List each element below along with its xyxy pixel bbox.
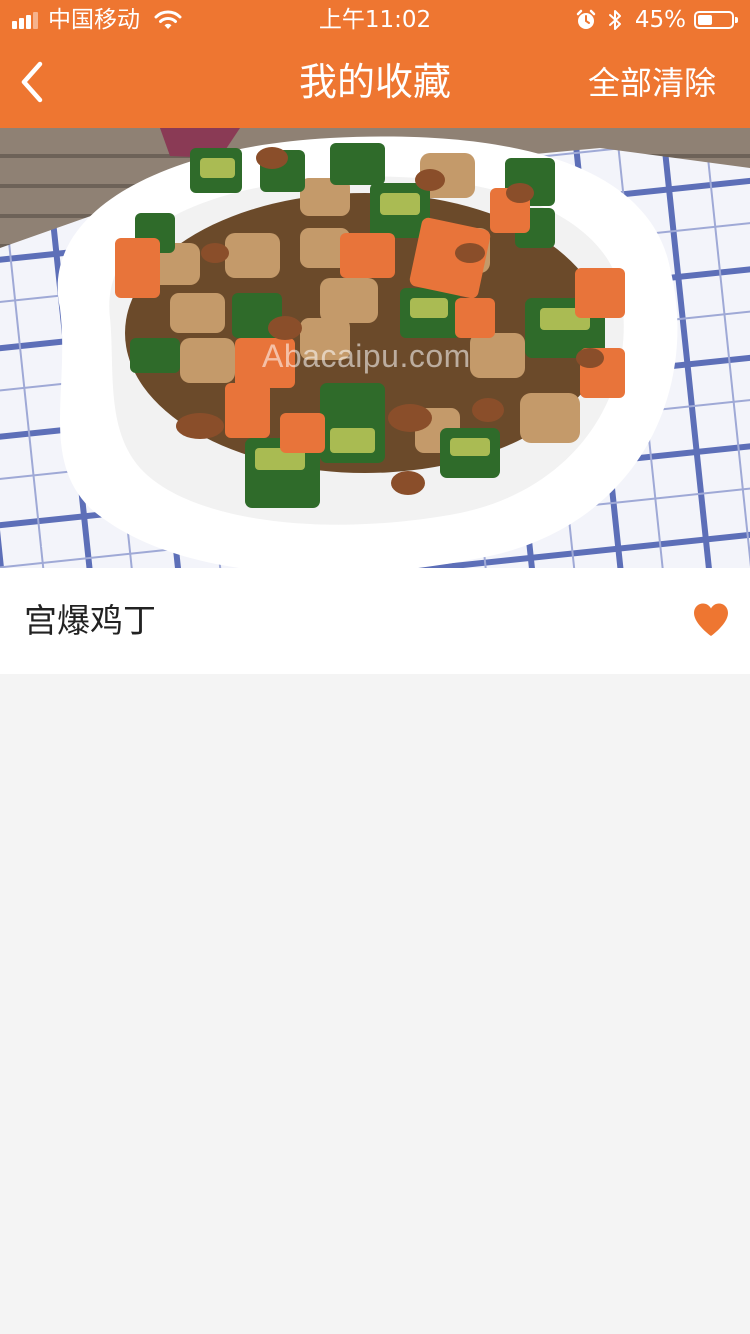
status-right: 45%	[575, 0, 738, 40]
battery-percent: 45%	[634, 7, 686, 33]
favorite-card[interactable]: Abacaipu.com 宫爆鸡丁	[0, 128, 750, 674]
chevron-left-icon[interactable]	[14, 58, 54, 106]
nav-bar: 我的收藏 全部清除	[0, 40, 750, 128]
dish-name: 宫爆鸡丁	[24, 601, 156, 640]
heart-icon[interactable]	[692, 602, 730, 638]
battery-fill	[698, 15, 712, 25]
clear-all-button[interactable]: 全部清除	[588, 40, 716, 128]
status-bar: 中国移动 上午11:02 45%	[0, 0, 750, 40]
alarm-icon	[576, 9, 596, 29]
top-bar: 中国移动 上午11:02 45% 我的收藏 全部清除	[0, 0, 750, 128]
list-item[interactable]: 宫爆鸡丁	[0, 568, 750, 674]
battery-icon	[694, 11, 738, 29]
dish-photo[interactable]: Abacaipu.com	[0, 128, 750, 568]
bluetooth-icon	[608, 10, 621, 30]
photo-watermark: Abacaipu.com	[262, 338, 471, 374]
